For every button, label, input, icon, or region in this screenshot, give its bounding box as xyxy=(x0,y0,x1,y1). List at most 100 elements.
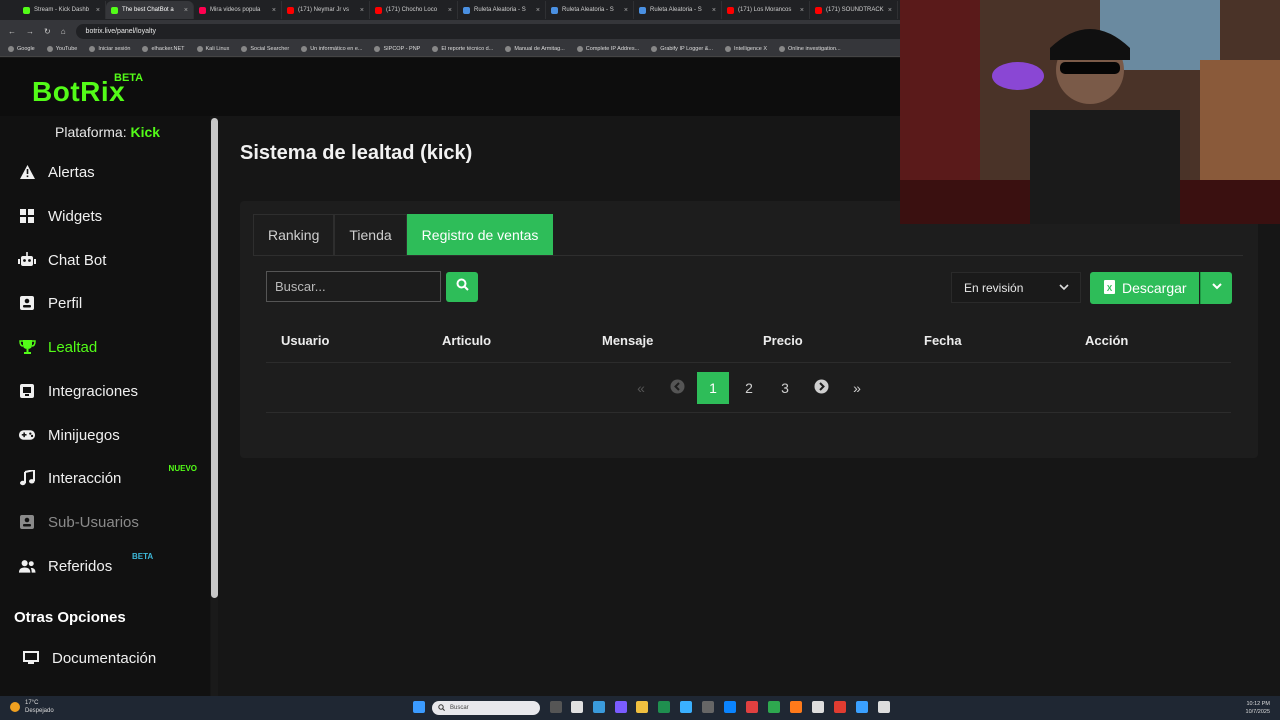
weather-widget[interactable]: 17°C Despejado xyxy=(10,699,54,715)
search-button[interactable] xyxy=(446,272,478,302)
close-tab-icon[interactable]: × xyxy=(360,7,364,14)
system-clock[interactable]: 10:12 PM 10/7/2025 xyxy=(1246,700,1270,716)
page-2-button[interactable]: 2 xyxy=(733,372,765,404)
botrix-logo[interactable]: BotRix xyxy=(32,76,125,108)
bookmark-item[interactable]: Manual de Armitag... xyxy=(505,46,565,52)
copilot-icon[interactable] xyxy=(593,701,605,713)
browser-tab[interactable]: (171) Chocho Loco × xyxy=(370,1,458,19)
settings-icon[interactable] xyxy=(702,701,714,713)
app-icon[interactable] xyxy=(834,701,846,713)
xbox-icon[interactable] xyxy=(768,701,780,713)
close-tab-icon[interactable]: × xyxy=(624,7,628,14)
task-view-icon[interactable] xyxy=(550,701,562,713)
bookmark-item[interactable]: Iniciar sesión xyxy=(89,46,130,52)
tab-ranking[interactable]: Ranking xyxy=(253,214,335,255)
close-tab-icon[interactable]: × xyxy=(184,7,188,14)
column-header-precio[interactable]: Precio xyxy=(763,333,803,348)
store-icon[interactable] xyxy=(680,701,692,713)
close-tab-icon[interactable]: × xyxy=(888,7,892,14)
taskbar-search[interactable]: Buscar xyxy=(432,701,540,715)
logo-beta-badge: BETA xyxy=(114,72,144,84)
bookmark-favicon-icon xyxy=(241,46,248,52)
browser-tab-label: (171) SOUNDTRACK xyxy=(826,7,884,13)
browser-tab[interactable]: The best ChatBot a × xyxy=(106,1,194,19)
bookmark-item[interactable]: Kali Linux xyxy=(196,46,229,52)
column-header-accion[interactable]: Acción xyxy=(1085,333,1128,348)
download-button[interactable]: X Descargar xyxy=(1090,272,1199,304)
first-page-button[interactable]: « xyxy=(625,372,657,404)
sidebar-scrollbar[interactable] xyxy=(211,118,218,696)
reload-icon[interactable]: ↻ xyxy=(44,27,51,36)
close-tab-icon[interactable]: × xyxy=(536,7,540,14)
close-tab-icon[interactable]: × xyxy=(272,7,276,14)
sidebar-item-perfil[interactable]: Perfil xyxy=(18,291,203,315)
close-tab-icon[interactable]: × xyxy=(448,7,452,14)
app-icon[interactable] xyxy=(812,701,824,713)
page-1-button[interactable]: 1 xyxy=(697,372,729,404)
bookmark-item[interactable]: YouTube xyxy=(46,46,77,52)
browser-tab[interactable]: Stream - Kick Dashb × xyxy=(18,1,106,19)
tab-tienda[interactable]: Tienda xyxy=(334,214,407,255)
sidebar-item-referidos[interactable]: Referidos BETA xyxy=(18,552,203,578)
bookmark-item[interactable]: elhacker.NET xyxy=(142,46,185,52)
widgets-icon[interactable] xyxy=(571,701,583,713)
search-input[interactable] xyxy=(266,271,441,302)
file-explorer-icon[interactable] xyxy=(636,701,648,713)
next-page-button[interactable] xyxy=(805,372,837,404)
app-icon[interactable] xyxy=(878,701,890,713)
bookmark-item[interactable]: El reporte técnico d... xyxy=(432,46,493,52)
bookmark-item[interactable]: Un informático en e... xyxy=(301,46,362,52)
bookmark-label: Manual de Armitag... xyxy=(514,46,565,52)
firefox-icon[interactable] xyxy=(790,701,802,713)
address-bar[interactable]: botrix.live/panel/loyalty xyxy=(75,23,956,39)
chrome-icon[interactable] xyxy=(746,701,758,713)
prev-page-button[interactable] xyxy=(661,372,693,404)
sidebar-item-lealtad[interactable]: Lealtad xyxy=(18,335,203,359)
teams-icon[interactable] xyxy=(615,701,627,713)
close-tab-icon[interactable]: × xyxy=(712,7,716,14)
search-icon xyxy=(456,278,469,296)
home-icon[interactable]: ⌂ xyxy=(61,27,66,36)
sidebar-item-integraciones[interactable]: Integraciones xyxy=(18,379,203,403)
sidebar-item-minijuegos[interactable]: Minijuegos xyxy=(18,423,203,447)
column-header-articulo[interactable]: Articulo xyxy=(442,333,491,348)
download-options-button[interactable] xyxy=(1200,272,1232,304)
close-tab-icon[interactable]: × xyxy=(800,7,804,14)
sidebar-item-interaccion[interactable]: Interacción NUEVO xyxy=(18,464,203,490)
sidebar-item-alertas[interactable]: Alertas xyxy=(18,160,203,184)
windows-start-icon[interactable] xyxy=(413,701,425,713)
column-header-mensaje[interactable]: Mensaje xyxy=(602,333,653,348)
bookmark-item[interactable]: SIPCOP - PNP xyxy=(374,46,420,52)
back-icon[interactable]: ← xyxy=(8,27,16,36)
tab-registro-de-ventas[interactable]: Registro de ventas xyxy=(406,214,554,255)
app-icon[interactable] xyxy=(856,701,868,713)
last-page-button[interactable]: » xyxy=(841,372,873,404)
browser-tab[interactable]: Ruleta Aleatoria - S × xyxy=(546,1,634,19)
close-tab-icon[interactable]: × xyxy=(96,7,100,14)
sidebar-item-chat-bot[interactable]: Chat Bot xyxy=(18,248,203,272)
column-header-usuario[interactable]: Usuario xyxy=(281,333,329,348)
bookmark-item[interactable]: Grabify IP Logger &... xyxy=(651,46,713,52)
status-filter-select[interactable]: En revisión xyxy=(951,272,1081,303)
column-header-fecha[interactable]: Fecha xyxy=(924,333,962,348)
browser-tab[interactable]: (171) Los Morancos × xyxy=(722,1,810,19)
bookmark-item[interactable]: Complete IP Addres... xyxy=(576,46,639,52)
browser-tab[interactable]: Ruleta Aleatoria - S × xyxy=(458,1,546,19)
page-3-button[interactable]: 3 xyxy=(769,372,801,404)
browser-tab[interactable]: Ruleta Aleatoria - S × xyxy=(634,1,722,19)
browser-tab[interactable]: Mira videos popula × xyxy=(194,1,282,19)
bookmark-item[interactable]: Google xyxy=(8,46,35,52)
edge-icon[interactable] xyxy=(658,701,670,713)
scrollbar-thumb[interactable] xyxy=(211,118,218,598)
sidebar-item-sub-usuarios[interactable]: Sub-Usuarios xyxy=(18,510,203,534)
sidebar-item-documentacion[interactable]: Documentación xyxy=(22,646,207,670)
browser-tab[interactable]: (171) SOUNDTRACK × xyxy=(810,1,898,19)
forward-icon[interactable]: → xyxy=(26,27,34,36)
bookmark-item[interactable]: Intelligence X xyxy=(725,46,767,52)
browser-tab[interactable]: (171) Neymar Jr vs × xyxy=(282,1,370,19)
bookmark-item[interactable]: Social Searcher xyxy=(241,46,289,52)
vscode-icon[interactable] xyxy=(724,701,736,713)
sidebar-item-widgets[interactable]: Widgets xyxy=(18,204,203,228)
bookmark-favicon-icon xyxy=(505,46,512,52)
bookmark-item[interactable]: Online investigation... xyxy=(779,46,841,52)
